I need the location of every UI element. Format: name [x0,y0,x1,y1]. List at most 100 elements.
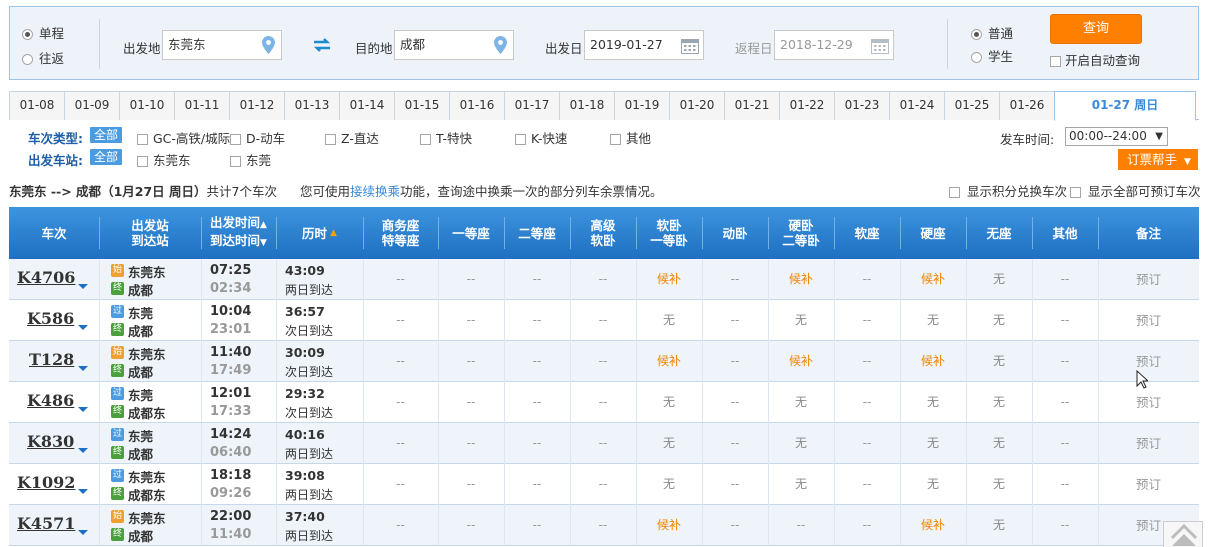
book-button[interactable]: 预订 [1098,382,1199,423]
expand-arrow-icon[interactable] [78,284,88,289]
train-number-link[interactable]: K486 [27,391,74,410]
book-button[interactable]: 预订 [1098,464,1199,505]
booking-helper-label: 订票帮手 [1127,152,1178,167]
from-station-input[interactable]: 东莞东 [162,30,282,60]
terminal-badge: 终 [111,364,124,377]
expand-arrow-icon[interactable] [78,489,88,494]
col-duration[interactable]: 历时 ▲ [276,207,363,259]
location-pin-icon[interactable] [494,36,507,54]
train-type-checkbox[interactable]: D-动车 [230,128,285,147]
date-tab[interactable]: 01-18 [559,91,615,120]
book-button[interactable]: 预订 [1098,423,1199,464]
date-tab[interactable]: 01-21 [724,91,780,120]
show-points-checkbox[interactable]: 显示积分兑换车次 [949,181,1067,200]
train-type-all-button[interactable]: 全部 [90,127,123,143]
trip-round-radio[interactable]: 往返 [22,48,64,67]
seat-availability[interactable]: 候补 [636,259,702,300]
train-type-checkbox[interactable]: T-特快 [420,128,472,147]
train-type-checkbox[interactable]: 其他 [610,128,651,147]
date-tab[interactable]: 01-24 [889,91,945,120]
show-all-checkbox[interactable]: 显示全部可预订车次 [1070,181,1201,200]
date-tab[interactable]: 01-11 [174,91,230,120]
train-number-link[interactable]: K4706 [17,268,75,287]
expand-arrow-icon[interactable] [78,407,88,412]
seat-availability: -- [862,395,872,409]
train-number-link[interactable]: K586 [27,309,74,328]
date-tab[interactable]: 01-10 [119,91,175,120]
depart-time-sort[interactable]: 出发时间▲ [210,215,267,233]
depart-time-select[interactable]: 00:00--24:00 ▼ [1065,127,1168,146]
station-checkbox[interactable]: 东莞 [230,150,271,169]
transfer-link[interactable]: 接续换乘 [350,184,400,199]
trip-one-way-radio[interactable]: 单程 [22,23,64,42]
expand-arrow-icon[interactable] [78,366,88,371]
date-tab[interactable]: 01-22 [779,91,835,120]
depart-time: 14:24 [210,427,252,442]
duration: 36:57 [285,304,325,319]
train-type-checkbox[interactable]: GC-高铁/城际 [137,128,230,147]
calendar-icon[interactable] [681,37,699,54]
depart-date-input[interactable]: 2019-01-27 [584,30,704,60]
date-tab[interactable]: 01-23 [834,91,890,120]
swap-stations-icon[interactable] [312,37,332,53]
train-number-link[interactable]: K830 [27,432,74,451]
location-pin-icon[interactable] [262,36,275,54]
expand-arrow-icon[interactable] [78,448,88,453]
station-filter-label: 出发车站: [28,153,83,168]
date-tab[interactable]: 01-13 [284,91,340,120]
seat-availability[interactable]: 候补 [768,341,834,382]
date-tab[interactable]: 01-12 [229,91,285,120]
header-text: 无座 [986,225,1012,241]
seat-availability: -- [532,354,542,368]
seat-availability[interactable]: 候补 [900,259,966,300]
train-number-link[interactable]: K1092 [17,473,75,492]
query-button[interactable]: 查询 [1050,14,1142,44]
col-times[interactable]: 出发时间▲ 到达时间▼ [201,207,276,259]
seat-availability[interactable]: 候补 [900,341,966,382]
checkbox-icon [1070,187,1081,198]
seat-availability: -- [466,354,476,368]
book-button[interactable]: 预订 [1098,259,1199,300]
date-tab[interactable]: 01-16 [449,91,505,120]
date-tab[interactable]: 01-17 [504,91,560,120]
seat-availability[interactable]: 候补 [636,505,702,546]
date-tab[interactable]: 01-15 [394,91,450,120]
expand-arrow-icon[interactable] [78,530,88,535]
date-tab[interactable]: 01-19 [614,91,670,120]
auto-query-checkbox[interactable]: 开启自动查询 [1050,50,1140,69]
date-tab[interactable]: 01-09 [64,91,120,120]
to-station-input[interactable]: 成都 [394,30,514,60]
seat-availability[interactable]: 候补 [768,259,834,300]
book-button[interactable]: 预订 [1098,300,1199,341]
train-number-link[interactable]: K4571 [17,514,75,533]
station-checkbox[interactable]: 东莞东 [137,150,191,169]
station-label: 东莞 [246,153,272,168]
date-tab[interactable]: 01-26 [999,91,1055,120]
seat-availability[interactable]: 候补 [636,341,702,382]
book-button[interactable]: 预订 [1098,341,1199,382]
seat-availability: -- [598,477,608,491]
sort-up-icon: ▲ [260,220,267,230]
booking-helper-button[interactable]: 订票帮手 ▼ [1118,149,1198,170]
passenger-normal-radio[interactable]: 普通 [971,23,1013,42]
date-tab-active[interactable]: 01-27 周日 [1054,91,1196,121]
radio-checked-icon [22,29,33,40]
back-to-top-button[interactable] [1163,521,1203,547]
calendar-icon[interactable] [871,37,889,54]
train-type-checkbox[interactable]: K-快速 [515,128,567,147]
arrive-time: 11:40 [210,527,252,542]
arrive-time-sort[interactable]: 到达时间▼ [210,233,267,251]
train-type-checkbox[interactable]: Z-直达 [325,128,379,147]
station-all-button[interactable]: 全部 [90,149,123,165]
train-number-link[interactable]: T128 [29,350,74,369]
date-tab[interactable]: 01-14 [339,91,395,120]
col-seat: 二等座 [504,207,570,259]
date-tab[interactable]: 01-08 [9,91,65,120]
date-tab[interactable]: 01-20 [669,91,725,120]
return-date-input[interactable]: 2018-12-29 [774,30,894,60]
expand-arrow-icon[interactable] [78,325,88,330]
date-tab[interactable]: 01-25 [944,91,1000,120]
seat-availability[interactable]: 候补 [900,505,966,546]
seat-availability: 无 [794,477,807,491]
passenger-student-radio[interactable]: 学生 [971,46,1013,65]
